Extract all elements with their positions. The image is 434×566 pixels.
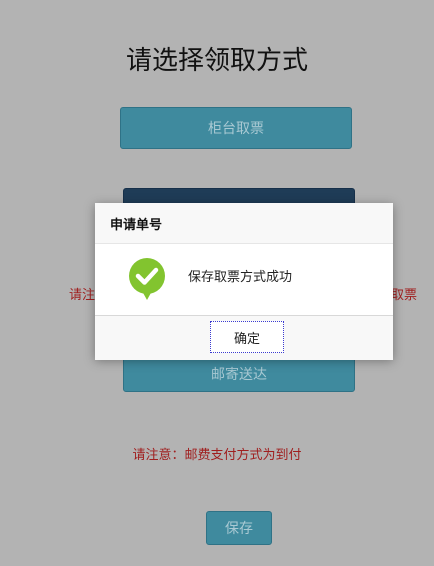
mail-fee-notice: 请注意：邮费支付方式为到付 — [132, 448, 302, 463]
dialog-title: 申请单号 — [110, 217, 163, 233]
save-button[interactable]: 保存 — [206, 511, 272, 545]
ok-button[interactable]: 确定 — [210, 321, 284, 353]
success-dialog: 申请单号 保存取票方式成功 确定 — [95, 203, 393, 360]
page-title: 请选择领取方式 — [125, 46, 308, 76]
dialog-body: 保存取票方式成功 — [95, 244, 393, 316]
dialog-header: 申请单号 — [95, 203, 393, 244]
dialog-footer: 确定 — [95, 316, 393, 360]
mail-delivery-button[interactable]: 邮寄送达 — [123, 356, 355, 392]
success-check-icon — [129, 258, 165, 300]
notice-text-left: 请注 — [69, 288, 96, 303]
dialog-message: 保存取票方式成功 — [188, 270, 293, 285]
notice-text-right: 取票 — [391, 288, 418, 303]
counter-pickup-button[interactable]: 柜台取票 — [120, 107, 352, 149]
